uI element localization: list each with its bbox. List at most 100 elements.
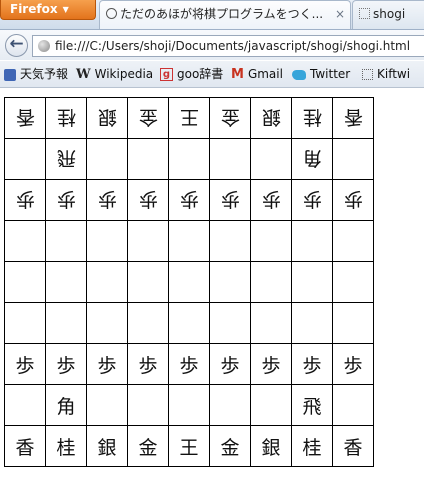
bookmark-twitter[interactable]: Twitter (292, 61, 350, 87)
board-square[interactable]: 王 (168, 97, 210, 139)
board-square[interactable]: 歩 (86, 179, 128, 221)
url-bar[interactable]: file:///C:/Users/shoji/Documents/javascr… (32, 35, 424, 57)
close-tab-icon[interactable]: × (335, 1, 345, 28)
board-square[interactable] (209, 384, 251, 426)
board-square[interactable] (45, 220, 87, 262)
board-square[interactable]: 桂 (291, 97, 333, 139)
board-square[interactable] (86, 384, 128, 426)
board-square[interactable]: 歩 (168, 343, 210, 385)
board-square[interactable]: 歩 (4, 179, 46, 221)
board-square[interactable]: 歩 (291, 179, 333, 221)
board-square[interactable]: 歩 (209, 343, 251, 385)
tab-blog[interactable]: ただのあほが将棋プログラムをつく... × (99, 0, 351, 29)
board-square[interactable] (168, 384, 210, 426)
board-square[interactable]: 桂 (45, 97, 87, 139)
board-square[interactable]: 歩 (291, 343, 333, 385)
board-square[interactable]: 桂 (45, 425, 87, 467)
board-square[interactable] (127, 261, 169, 303)
board-square[interactable] (250, 261, 292, 303)
board-square[interactable]: 銀 (250, 97, 292, 139)
board-square[interactable]: 歩 (168, 179, 210, 221)
page-icon (362, 69, 373, 80)
board-square[interactable] (127, 302, 169, 344)
board-square[interactable]: 角 (291, 138, 333, 180)
board-square[interactable] (168, 261, 210, 303)
board-square[interactable] (4, 138, 46, 180)
board-square[interactable] (209, 261, 251, 303)
bookmark-gmail[interactable]: M Gmail (231, 61, 283, 87)
board-square[interactable]: 銀 (86, 97, 128, 139)
board-square[interactable] (250, 384, 292, 426)
board-square[interactable]: 銀 (86, 425, 128, 467)
board-square[interactable] (45, 302, 87, 344)
board-square[interactable]: 金 (127, 97, 169, 139)
board-square[interactable]: 歩 (209, 179, 251, 221)
board-square[interactable] (86, 302, 128, 344)
board-square[interactable] (291, 220, 333, 262)
board-square[interactable] (4, 261, 46, 303)
board-square[interactable] (291, 302, 333, 344)
board-square[interactable] (168, 220, 210, 262)
board-square[interactable]: 金 (127, 425, 169, 467)
board-square[interactable]: 香 (332, 425, 374, 467)
board-square[interactable] (332, 302, 374, 344)
board-square[interactable]: 角 (45, 384, 87, 426)
board-square[interactable] (250, 302, 292, 344)
board-square[interactable]: 香 (4, 97, 46, 139)
board-square[interactable]: 金 (209, 97, 251, 139)
board-square[interactable]: 歩 (86, 343, 128, 385)
board-row: 香桂銀金王金銀桂香 (4, 425, 374, 467)
board-square[interactable] (4, 220, 46, 262)
board-square[interactable] (332, 220, 374, 262)
bookmark-kiftwi[interactable]: Kiftwi (362, 61, 410, 87)
tab-shogi[interactable]: shogi (352, 0, 424, 29)
board-square[interactable] (209, 138, 251, 180)
board-square[interactable] (291, 261, 333, 303)
board-square[interactable] (45, 261, 87, 303)
board-square[interactable] (86, 220, 128, 262)
board-square[interactable]: 歩 (127, 343, 169, 385)
board-square[interactable] (168, 138, 210, 180)
blank-page-icon (359, 8, 370, 19)
board-square[interactable] (209, 302, 251, 344)
board-square[interactable] (86, 261, 128, 303)
board-square[interactable] (209, 220, 251, 262)
board-square[interactable] (332, 384, 374, 426)
board-square[interactable] (250, 138, 292, 180)
board-square[interactable]: 歩 (45, 343, 87, 385)
board-square[interactable]: 歩 (45, 179, 87, 221)
board-square[interactable]: 王 (168, 425, 210, 467)
bookmark-tenki[interactable]: 天気予報 (4, 61, 68, 87)
bookmark-label: Twitter (310, 67, 351, 81)
board-square[interactable] (86, 138, 128, 180)
board-square[interactable] (127, 138, 169, 180)
board-row (4, 261, 374, 303)
firefox-menu-button[interactable]: Firefox ▼ (0, 0, 96, 20)
globe-icon (38, 40, 50, 52)
board-square[interactable]: 桂 (291, 425, 333, 467)
board-square[interactable] (332, 138, 374, 180)
board-square[interactable]: 歩 (332, 179, 374, 221)
bookmark-goo[interactable]: g goo辞書 (160, 61, 223, 87)
board-square[interactable] (127, 384, 169, 426)
board-square[interactable]: 歩 (127, 179, 169, 221)
board-square[interactable]: 香 (332, 97, 374, 139)
board-square[interactable]: 歩 (250, 179, 292, 221)
board-square[interactable]: 金 (209, 425, 251, 467)
board-square[interactable]: 歩 (4, 343, 46, 385)
board-square[interactable]: 香 (4, 425, 46, 467)
url-text: file:///C:/Users/shoji/Documents/javascr… (55, 39, 411, 53)
bookmark-wikipedia[interactable]: W Wikipedia (76, 61, 153, 87)
board-square[interactable]: 銀 (250, 425, 292, 467)
board-square[interactable] (4, 384, 46, 426)
board-square[interactable] (4, 302, 46, 344)
board-square[interactable] (168, 302, 210, 344)
board-square[interactable]: 飛 (291, 384, 333, 426)
board-square[interactable]: 歩 (332, 343, 374, 385)
board-square[interactable] (127, 220, 169, 262)
board-square[interactable]: 歩 (250, 343, 292, 385)
board-square[interactable]: 飛 (45, 138, 87, 180)
board-square[interactable] (250, 220, 292, 262)
back-button[interactable]: ← (5, 34, 28, 57)
board-square[interactable] (332, 261, 374, 303)
